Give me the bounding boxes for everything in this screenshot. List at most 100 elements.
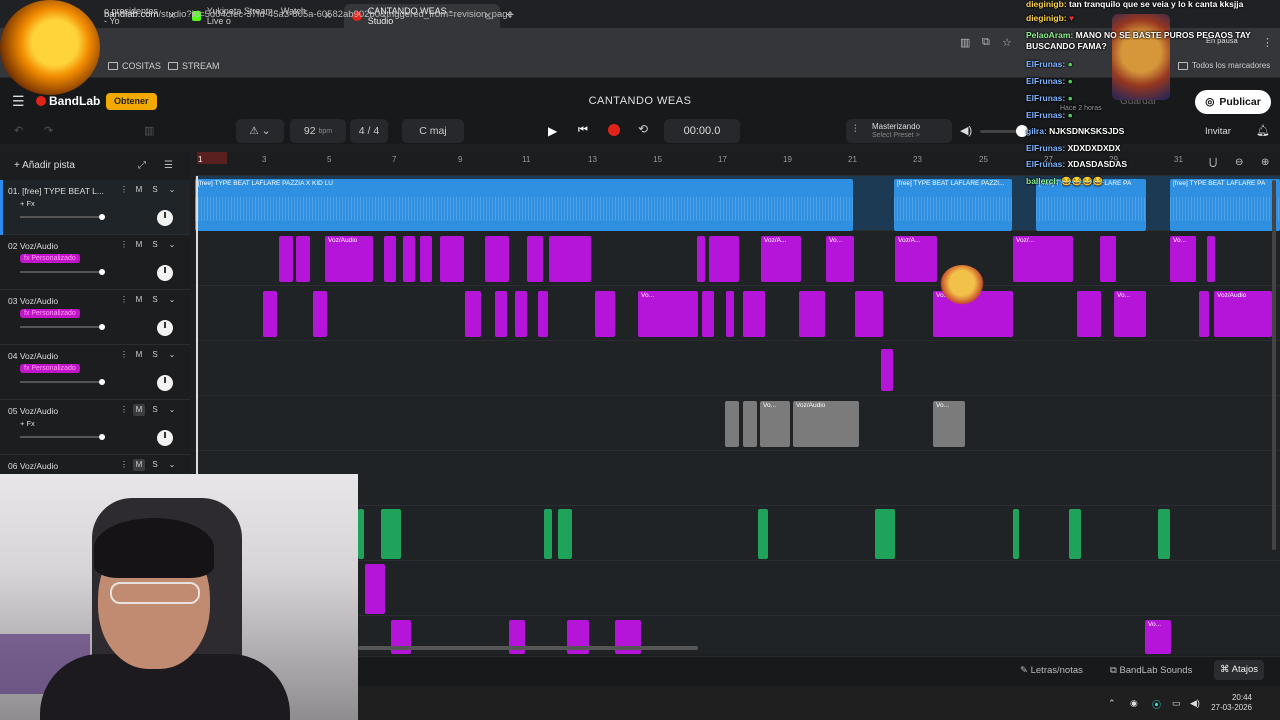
audio-clip[interactable] xyxy=(558,509,572,559)
mute-button[interactable]: M xyxy=(133,294,145,306)
track-header[interactable]: 05 Voz/Audio ⋮ M S ⌄ + Fx xyxy=(0,400,190,455)
mute-button[interactable]: M xyxy=(133,404,145,416)
chevron-down-icon[interactable]: ⌄ xyxy=(166,404,178,416)
volume-slider[interactable] xyxy=(20,379,105,385)
volume-slider[interactable] xyxy=(20,324,105,330)
fx-preset-badge[interactable]: fx Personalizado xyxy=(20,254,80,263)
audio-clip[interactable]: Vo... xyxy=(1114,291,1146,337)
solo-button[interactable]: S xyxy=(149,239,161,251)
track-header[interactable]: 06 Voz/Audio ⋮ M S ⌄ xyxy=(0,455,190,475)
chevron-down-icon[interactable]: ⌄ xyxy=(166,349,178,361)
add-track-button[interactable]: + Añadir pista xyxy=(14,160,75,171)
solo-button[interactable]: S xyxy=(149,404,161,416)
audio-clip[interactable]: Vo... xyxy=(638,291,698,337)
audio-clip[interactable] xyxy=(515,291,527,337)
tempo-field[interactable]: 92 bpm xyxy=(290,119,346,143)
audio-clip[interactable] xyxy=(1207,236,1215,282)
audio-clip[interactable] xyxy=(595,291,615,337)
audio-clip[interactable] xyxy=(881,349,893,391)
reading-icon[interactable]: ▥ xyxy=(960,36,970,49)
network-icon[interactable]: ▭ xyxy=(1172,698,1181,709)
audio-clip[interactable]: Voz/Audio xyxy=(1214,291,1272,337)
speaker-icon[interactable]: ◀) xyxy=(1190,698,1200,709)
volume-icon[interactable]: ◀) xyxy=(960,124,972,137)
system-clock[interactable]: 20:44 27-03-2026 xyxy=(1208,693,1252,713)
fx-preset-badge[interactable]: fx Personalizado xyxy=(20,309,80,318)
audio-clip[interactable]: [free] TYPE BEAT LAFLARE PAZZI... xyxy=(894,179,1012,231)
audio-clip[interactable] xyxy=(365,564,385,614)
volume-slider[interactable] xyxy=(20,269,105,275)
fx-button[interactable]: + Fx xyxy=(20,199,35,208)
audio-clip[interactable]: Vo... xyxy=(826,236,854,282)
chevron-down-icon[interactable]: ⌄ xyxy=(166,184,178,196)
solo-button[interactable]: S xyxy=(149,184,161,196)
audio-clip[interactable] xyxy=(1069,509,1081,559)
mic-icon[interactable]: ⦿ xyxy=(1152,698,1161,711)
audio-clip[interactable] xyxy=(420,236,432,282)
audio-clip[interactable] xyxy=(440,236,464,282)
solo-button[interactable]: S xyxy=(149,294,161,306)
chevron-up-icon[interactable]: ⌃ xyxy=(1108,698,1116,709)
track-menu-icon[interactable]: ⋮ xyxy=(118,239,130,251)
audio-clip[interactable] xyxy=(403,236,415,282)
solo-button[interactable]: S xyxy=(149,349,161,361)
track-header[interactable]: 04 Voz/Audio ⋮ M S ⌄ fx Personalizado xyxy=(0,345,190,400)
track-name[interactable]: 06 Voz/Audio xyxy=(8,461,58,471)
audio-clip[interactable] xyxy=(875,509,895,559)
pan-knob[interactable] xyxy=(157,265,173,281)
audio-clip[interactable] xyxy=(381,509,401,559)
install-icon[interactable]: ⧉ xyxy=(982,36,990,49)
track-name[interactable]: 01. [free] TYPE BEAT L... xyxy=(8,186,104,196)
url-field[interactable]: bandlab.com/studio?id=5d04cfec-37fd-45a3… xyxy=(104,9,513,20)
audio-clip[interactable] xyxy=(485,236,509,282)
redo-icon[interactable]: ↷ xyxy=(44,124,53,137)
audio-clip[interactable] xyxy=(1100,236,1116,282)
audio-clip[interactable]: Vo... xyxy=(1145,620,1171,654)
horizontal-scrollbar[interactable] xyxy=(358,646,698,650)
track-lane[interactable]: Vo... Vo... Vo... Voz/Audio xyxy=(195,286,1280,341)
audio-clip[interactable] xyxy=(758,509,768,559)
track-lane[interactable]: Voz/Audio Voz/A... Vo... Voz/A... Voz/..… xyxy=(195,231,1280,286)
volume-slider[interactable] xyxy=(20,214,105,220)
metronome-button[interactable]: ⚠ ⌄ xyxy=(236,119,284,143)
audio-clip[interactable]: Voz/Audio xyxy=(325,236,373,282)
track-name[interactable]: 04 Voz/Audio xyxy=(8,351,58,361)
track-name[interactable]: 03 Voz/Audio xyxy=(8,296,58,306)
track-menu-icon[interactable]: ⋮ xyxy=(118,459,130,471)
audio-clip[interactable] xyxy=(549,236,591,282)
audio-clip[interactable] xyxy=(263,291,277,337)
discord-icon[interactable]: ◉ xyxy=(1130,698,1138,709)
record-button[interactable] xyxy=(608,124,620,136)
audio-clip[interactable] xyxy=(279,236,293,282)
audio-clip[interactable] xyxy=(296,236,310,282)
audio-clip[interactable] xyxy=(702,291,714,337)
audio-clip[interactable]: Vo... xyxy=(933,401,965,447)
audio-clip[interactable] xyxy=(743,401,757,447)
time-signature[interactable]: 4 / 4 xyxy=(350,119,388,143)
chevron-down-icon[interactable]: ⌄ xyxy=(166,459,178,471)
audio-clip[interactable] xyxy=(1013,509,1019,559)
audio-clip[interactable] xyxy=(495,291,507,337)
audio-clip[interactable]: [free] TYPE BEAT LAFLARE PAZZIA X KID LU xyxy=(195,179,853,231)
mixer-icon[interactable]: ▥ xyxy=(144,124,154,137)
track-lane[interactable] xyxy=(195,341,1280,396)
audio-clip[interactable] xyxy=(743,291,765,337)
track-menu-icon[interactable]: ⋮ xyxy=(118,404,130,416)
lyrics-button[interactable]: ✎ Letras/notas xyxy=(1020,665,1083,676)
audio-clip[interactable] xyxy=(544,509,552,559)
rewind-icon[interactable]: ⏮ xyxy=(578,124,588,137)
track-header[interactable]: 01. [free] TYPE BEAT L... ⋮ M S ⌄ + Fx xyxy=(0,180,190,235)
audio-clip[interactable] xyxy=(697,236,705,282)
bookmark-cositas[interactable]: COSITAS xyxy=(108,61,161,71)
solo-button[interactable]: S xyxy=(149,459,161,471)
project-title[interactable]: CANTANDO WEAS xyxy=(540,95,740,107)
chevron-down-icon[interactable]: ⌄ xyxy=(166,294,178,306)
pan-knob[interactable] xyxy=(157,375,173,391)
star-icon[interactable]: ☆ xyxy=(1002,36,1012,49)
volume-slider[interactable] xyxy=(20,434,105,440)
audio-clip[interactable]: Voz/... xyxy=(1013,236,1073,282)
pan-knob[interactable] xyxy=(157,320,173,336)
audio-clip[interactable] xyxy=(709,236,739,282)
track-settings-icon[interactable]: ☰ xyxy=(164,160,173,171)
audio-clip[interactable] xyxy=(1077,291,1101,337)
